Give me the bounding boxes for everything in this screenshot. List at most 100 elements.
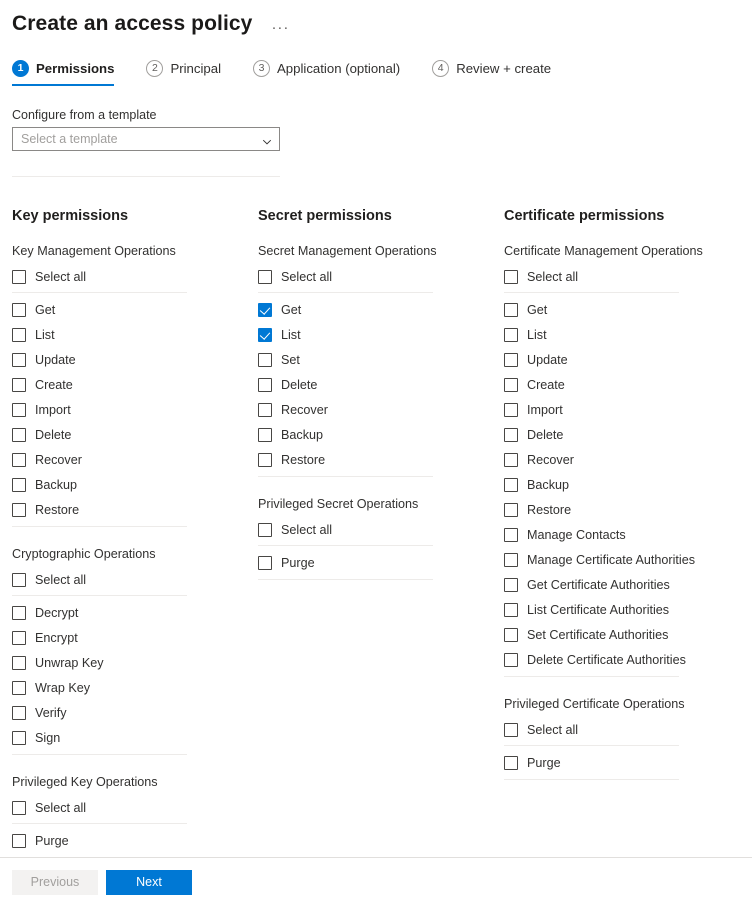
wizard-tab-principal[interactable]: 2 Principal <box>146 60 241 86</box>
checkbox-icon[interactable] <box>504 552 518 567</box>
more-options-icon[interactable]: ··· <box>266 17 294 38</box>
select-all-row[interactable]: Select all <box>12 795 258 820</box>
permission-row[interactable]: Decrypt <box>12 600 258 625</box>
permissions-scroll-area[interactable]: Key permissions Key Management Operations… <box>0 196 752 856</box>
checkbox-icon[interactable] <box>12 352 26 367</box>
permission-row[interactable]: Backup <box>504 472 750 497</box>
checkbox-icon[interactable] <box>12 730 26 745</box>
select-all-row[interactable]: Select all <box>12 264 258 289</box>
permission-row[interactable]: Get <box>12 297 258 322</box>
checkbox-checked-icon[interactable] <box>258 302 272 317</box>
next-button[interactable]: Next <box>106 869 192 895</box>
checkbox-icon[interactable] <box>504 502 518 517</box>
permission-row[interactable]: Update <box>504 347 750 372</box>
permission-row[interactable]: Release <box>12 853 258 856</box>
permission-row[interactable]: List <box>258 322 504 347</box>
permission-row[interactable]: Sign <box>12 725 258 750</box>
permission-row[interactable]: Purge <box>504 750 750 775</box>
checkbox-icon[interactable] <box>12 630 26 645</box>
previous-button[interactable]: Previous <box>12 869 98 895</box>
checkbox-icon[interactable] <box>504 269 518 284</box>
permission-row[interactable]: Import <box>12 397 258 422</box>
checkbox-icon[interactable] <box>258 269 272 284</box>
checkbox-icon[interactable] <box>258 377 272 392</box>
permission-row[interactable]: Recover <box>504 447 750 472</box>
permission-row[interactable]: Update <box>12 347 258 372</box>
checkbox-icon[interactable] <box>258 427 272 442</box>
checkbox-icon[interactable] <box>258 352 272 367</box>
checkbox-icon[interactable] <box>12 302 26 317</box>
permission-row[interactable]: List <box>504 322 750 347</box>
checkbox-icon[interactable] <box>258 402 272 417</box>
checkbox-icon[interactable] <box>504 427 518 442</box>
checkbox-icon[interactable] <box>12 269 26 284</box>
wizard-tab-permissions[interactable]: 1 Permissions <box>12 60 134 86</box>
checkbox-icon[interactable] <box>504 352 518 367</box>
permission-row[interactable]: Delete <box>12 422 258 447</box>
permission-row[interactable]: Encrypt <box>12 625 258 650</box>
permission-row[interactable]: Backup <box>258 422 504 447</box>
permission-row[interactable]: Recover <box>258 397 504 422</box>
permission-row[interactable]: Wrap Key <box>12 675 258 700</box>
checkbox-icon[interactable] <box>504 602 518 617</box>
permission-row[interactable]: Import <box>504 397 750 422</box>
checkbox-icon[interactable] <box>12 452 26 467</box>
permission-row[interactable]: Purge <box>12 828 258 853</box>
permission-row[interactable]: Manage Certificate Authorities <box>504 547 750 572</box>
permission-row[interactable]: Delete Certificate Authorities <box>504 647 750 672</box>
select-all-row[interactable]: Select all <box>258 517 504 542</box>
permission-row[interactable]: Create <box>12 372 258 397</box>
permission-row[interactable]: Delete <box>258 372 504 397</box>
checkbox-icon[interactable] <box>504 477 518 492</box>
checkbox-icon[interactable] <box>258 555 272 570</box>
checkbox-icon[interactable] <box>12 327 26 342</box>
checkbox-icon[interactable] <box>504 627 518 642</box>
wizard-tab-application-optional[interactable]: 3 Application (optional) <box>253 60 420 86</box>
checkbox-icon[interactable] <box>504 452 518 467</box>
permission-row[interactable]: Purge <box>258 550 504 575</box>
checkbox-icon[interactable] <box>12 800 26 815</box>
permission-row[interactable]: Verify <box>12 700 258 725</box>
checkbox-icon[interactable] <box>504 755 518 770</box>
permission-row[interactable]: Unwrap Key <box>12 650 258 675</box>
checkbox-icon[interactable] <box>12 572 26 587</box>
checkbox-icon[interactable] <box>504 377 518 392</box>
checkbox-icon[interactable] <box>12 705 26 720</box>
checkbox-icon[interactable] <box>12 833 26 848</box>
permission-row[interactable]: Manage Contacts <box>504 522 750 547</box>
checkbox-icon[interactable] <box>258 452 272 467</box>
permission-row[interactable]: Backup <box>12 472 258 497</box>
select-all-row[interactable]: Select all <box>258 264 504 289</box>
checkbox-icon[interactable] <box>504 402 518 417</box>
permission-row[interactable]: Restore <box>12 497 258 522</box>
checkbox-icon[interactable] <box>504 577 518 592</box>
template-select[interactable]: Select a template <box>12 127 280 151</box>
select-all-row[interactable]: Select all <box>504 717 750 742</box>
permission-row[interactable]: Get <box>258 297 504 322</box>
permission-row[interactable]: Get Certificate Authorities <box>504 572 750 597</box>
permission-row[interactable]: Restore <box>504 497 750 522</box>
permission-row[interactable]: Recover <box>12 447 258 472</box>
checkbox-icon[interactable] <box>12 477 26 492</box>
checkbox-icon[interactable] <box>12 377 26 392</box>
select-all-row[interactable]: Select all <box>12 567 258 592</box>
checkbox-icon[interactable] <box>504 527 518 542</box>
checkbox-icon[interactable] <box>12 502 26 517</box>
permission-row[interactable]: Set Certificate Authorities <box>504 622 750 647</box>
permission-row[interactable]: Create <box>504 372 750 397</box>
checkbox-icon[interactable] <box>258 522 272 537</box>
select-all-row[interactable]: Select all <box>504 264 750 289</box>
permission-row[interactable]: Restore <box>258 447 504 472</box>
permission-row[interactable]: List <box>12 322 258 347</box>
checkbox-icon[interactable] <box>504 302 518 317</box>
wizard-tab-review-create[interactable]: 4 Review + create <box>432 60 571 86</box>
checkbox-icon[interactable] <box>12 427 26 442</box>
permission-row[interactable]: Get <box>504 297 750 322</box>
checkbox-icon[interactable] <box>504 722 518 737</box>
checkbox-icon[interactable] <box>504 652 518 667</box>
permission-row[interactable]: List Certificate Authorities <box>504 597 750 622</box>
checkbox-icon[interactable] <box>12 680 26 695</box>
permission-row[interactable]: Set <box>258 347 504 372</box>
checkbox-checked-icon[interactable] <box>258 327 272 342</box>
permission-row[interactable]: Delete <box>504 422 750 447</box>
